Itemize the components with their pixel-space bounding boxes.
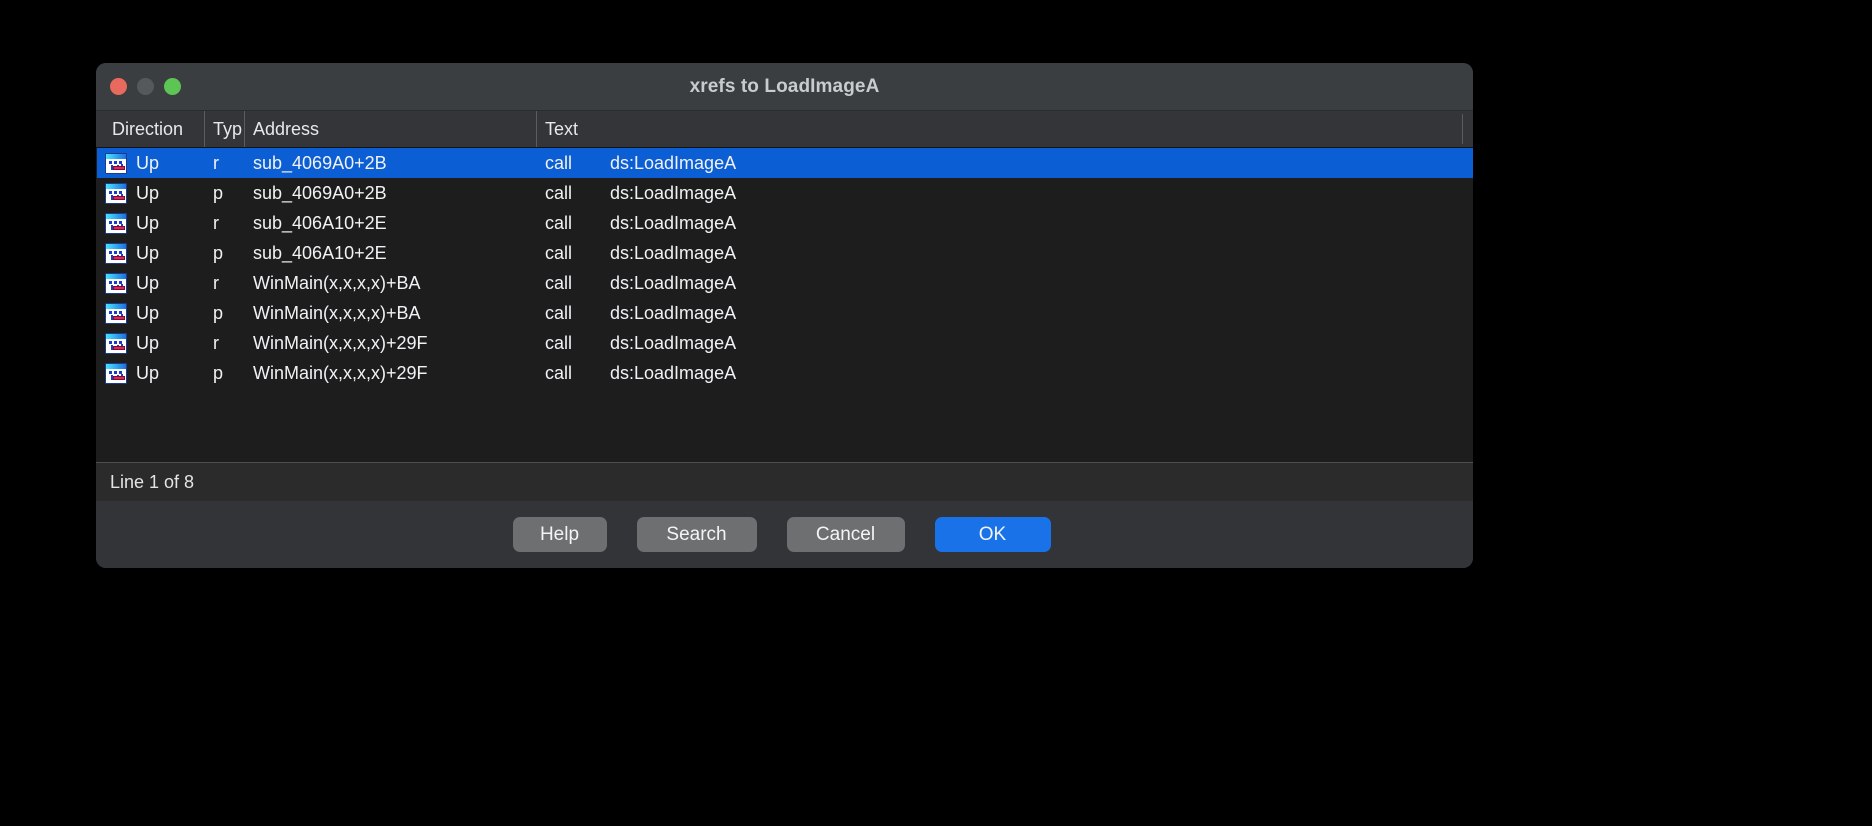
- help-button[interactable]: Help: [512, 517, 607, 552]
- table-row[interactable]: Up r sub_4069A0+2B call ds:LoadImageA: [97, 148, 1473, 178]
- title-bar: xrefs to LoadImageA: [96, 63, 1473, 111]
- column-header-type[interactable]: Typ: [204, 111, 244, 147]
- column-header-text[interactable]: Text: [536, 111, 1456, 147]
- column-header-direction[interactable]: Direction: [104, 111, 204, 147]
- direction-label: Up: [136, 242, 160, 263]
- direction-label: Up: [136, 332, 160, 353]
- window-title: xrefs to LoadImageA: [689, 75, 880, 97]
- maximize-window-button[interactable]: [164, 78, 181, 95]
- cell-text: call ds:LoadImageA: [537, 303, 1457, 324]
- cell-text: call ds:LoadImageA: [537, 213, 1457, 234]
- cell-address: sub_406A10+2E: [253, 242, 387, 263]
- cell-direction: Up: [105, 212, 205, 234]
- minimize-window-button[interactable]: [137, 78, 154, 95]
- ida-xref-icon: [105, 362, 127, 384]
- cell-address: WinMain(x,x,x,x)+29F: [253, 332, 428, 353]
- traffic-light-group: [110, 63, 181, 110]
- instruction-operand: ds:LoadImageA: [610, 302, 737, 323]
- cell-text: call ds:LoadImageA: [537, 273, 1457, 294]
- cell-text: call ds:LoadImageA: [537, 243, 1457, 264]
- table-row[interactable]: Up r sub_406A10+2E call ds:LoadImageA: [97, 208, 1473, 238]
- xref-list[interactable]: Up r sub_4069A0+2B call ds:LoadImageA Up p sub_…: [96, 148, 1473, 462]
- cell-type: r: [213, 212, 219, 233]
- table-row[interactable]: Up r WinMain(x,x,x,x)+29F call ds:LoadImageA: [97, 328, 1473, 358]
- instruction-operand: ds:LoadImageA: [610, 272, 737, 293]
- table-row[interactable]: Up r WinMain(x,x,x,x)+BA call ds:LoadImageA: [97, 268, 1473, 298]
- dialog-button-bar: Help Search Cancel OK: [96, 501, 1473, 568]
- table-row[interactable]: Up p sub_406A10+2E call ds:LoadImageA: [97, 238, 1473, 268]
- instruction-mnemonic: call: [545, 212, 573, 233]
- cell-direction: Up: [105, 362, 205, 384]
- line-count-label: Line 1 of 8: [110, 471, 195, 492]
- ida-xref-icon: [105, 272, 127, 294]
- status-bar: Line 1 of 8: [96, 462, 1473, 501]
- instruction-operand: ds:LoadImageA: [610, 212, 737, 233]
- cell-direction: Up: [105, 182, 205, 204]
- cell-type: r: [213, 152, 219, 173]
- cell-direction: Up: [105, 152, 205, 174]
- direction-label: Up: [136, 362, 160, 383]
- direction-label: Up: [136, 212, 160, 233]
- instruction-mnemonic: call: [545, 362, 573, 383]
- direction-label: Up: [136, 182, 160, 203]
- close-window-button[interactable]: [110, 78, 127, 95]
- ida-xref-icon: [105, 242, 127, 264]
- instruction-operand: ds:LoadImageA: [610, 242, 737, 263]
- cell-address: sub_4069A0+2B: [253, 182, 387, 203]
- instruction-mnemonic: call: [545, 302, 573, 323]
- cell-type: p: [213, 182, 224, 203]
- cell-type: r: [213, 332, 219, 353]
- direction-label: Up: [136, 152, 160, 173]
- instruction-mnemonic: call: [545, 242, 573, 263]
- xrefs-dialog-window: xrefs to LoadImageA Direction Typ Addres…: [96, 63, 1473, 568]
- instruction-operand: ds:LoadImageA: [610, 332, 737, 353]
- cell-address: sub_406A10+2E: [253, 212, 387, 233]
- cell-type: p: [213, 302, 224, 323]
- cell-direction: Up: [105, 272, 205, 294]
- table-column-header: Direction Typ Address Text: [96, 111, 1473, 148]
- ok-button[interactable]: OK: [934, 517, 1051, 552]
- cancel-button[interactable]: Cancel: [786, 517, 905, 552]
- cell-direction: Up: [105, 242, 205, 264]
- instruction-operand: ds:LoadImageA: [610, 182, 737, 203]
- cell-address: WinMain(x,x,x,x)+BA: [253, 302, 421, 323]
- instruction-mnemonic: call: [545, 332, 573, 353]
- ida-xref-icon: [105, 302, 127, 324]
- search-button[interactable]: Search: [636, 517, 757, 552]
- cell-address: WinMain(x,x,x,x)+29F: [253, 362, 428, 383]
- ida-xref-icon: [105, 332, 127, 354]
- table-row[interactable]: Up p WinMain(x,x,x,x)+BA call ds:LoadImageA: [97, 298, 1473, 328]
- cell-text: call ds:LoadImageA: [537, 153, 1457, 174]
- direction-label: Up: [136, 272, 160, 293]
- ida-xref-icon: [105, 212, 127, 234]
- instruction-mnemonic: call: [545, 152, 573, 173]
- cell-text: call ds:LoadImageA: [537, 333, 1457, 354]
- cell-type: p: [213, 242, 224, 263]
- instruction-operand: ds:LoadImageA: [610, 152, 737, 173]
- cell-address: WinMain(x,x,x,x)+BA: [253, 272, 421, 293]
- instruction-mnemonic: call: [545, 272, 573, 293]
- cell-text: call ds:LoadImageA: [537, 183, 1457, 204]
- cell-type: p: [213, 362, 224, 383]
- column-resize-handle[interactable]: [1462, 114, 1463, 144]
- cell-type: r: [213, 272, 219, 293]
- column-header-address[interactable]: Address: [244, 111, 536, 147]
- cell-address: sub_4069A0+2B: [253, 152, 387, 173]
- direction-label: Up: [136, 302, 160, 323]
- cell-text: call ds:LoadImageA: [537, 363, 1457, 384]
- ida-xref-icon: [105, 152, 127, 174]
- table-row[interactable]: Up p sub_4069A0+2B call ds:LoadImageA: [97, 178, 1473, 208]
- cell-direction: Up: [105, 302, 205, 324]
- cell-direction: Up: [105, 332, 205, 354]
- instruction-operand: ds:LoadImageA: [610, 362, 737, 383]
- ida-xref-icon: [105, 182, 127, 204]
- instruction-mnemonic: call: [545, 182, 573, 203]
- table-row[interactable]: Up p WinMain(x,x,x,x)+29F call ds:LoadImageA: [97, 358, 1473, 388]
